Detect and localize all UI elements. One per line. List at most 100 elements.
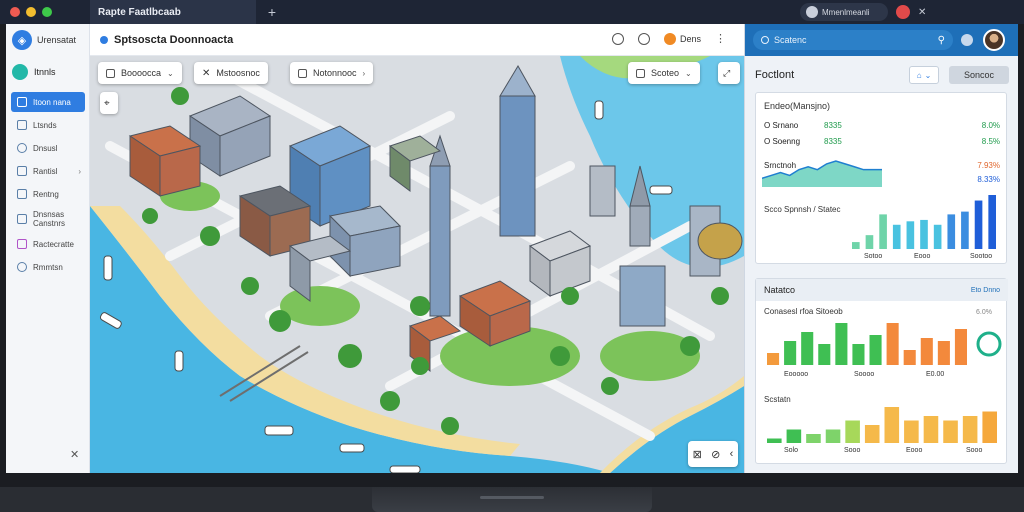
sidebar-home[interactable]: Itnnls: [12, 64, 56, 80]
bar-10: [962, 416, 978, 443]
search-icon: [761, 36, 769, 44]
map-view-control[interactable]: Notonnooc ›: [290, 62, 374, 84]
bar-5: [920, 219, 928, 249]
overview-bar-chart: [852, 195, 996, 249]
avatar[interactable]: [983, 29, 1005, 51]
right-panel: Scatenc ⚲ Foctlont ⌂ ⌄ Soncoc Endeo(Mansj…: [744, 24, 1018, 473]
page-title: Sptsoscta Doonnoacta: [114, 33, 234, 46]
chart1-axis-label: Soooo: [854, 371, 875, 378]
layers-icon: [17, 120, 27, 130]
bar-3: [825, 429, 841, 443]
bar-7: [904, 420, 919, 443]
sidebar-item-7[interactable]: Rmmtsn: [11, 257, 85, 277]
profile-pill[interactable]: Mmenlmeanli: [800, 3, 888, 21]
sidebar-item-label: Itoon nana: [33, 97, 71, 107]
home-dropdown[interactable]: ⌂ ⌄: [909, 66, 939, 84]
bar-1: [786, 429, 802, 443]
new-tab-button[interactable]: +: [260, 0, 284, 24]
metric-row: O Srnano 8335 8.0%: [764, 121, 1000, 130]
chart2-title: Scstatn: [764, 395, 791, 404]
voice-icon[interactable]: ⚲: [938, 35, 945, 46]
sidebar-item-0[interactable]: Itoon nana: [11, 92, 85, 112]
panel-action-button[interactable]: Soncoc: [949, 66, 1009, 84]
filter-icon: [106, 68, 115, 78]
metric-value: 8335: [824, 137, 842, 146]
maximize-window-icon[interactable]: [42, 7, 52, 17]
stats-bar-chart-2: [767, 407, 997, 443]
bar-3: [892, 224, 901, 249]
locate-icon: ⌖: [104, 97, 110, 109]
sidebar-item-2[interactable]: Dnsusl: [11, 138, 85, 158]
bar-7: [947, 214, 956, 249]
sidebar-item-label: Ltsnds: [33, 120, 57, 130]
map-locate-button[interactable]: ⌖: [100, 92, 118, 114]
bar-4: [845, 420, 860, 443]
sidebar-item-label: Dnsusl: [33, 143, 58, 153]
overview-title: Endeo(Mansjno): [764, 101, 831, 111]
sidebar-item-5[interactable]: Dnsnsas Canstnrs: [11, 207, 85, 231]
panel-search-input[interactable]: Scatenc ⚲: [753, 30, 953, 50]
home-icon: ⌂: [916, 70, 922, 80]
chevron-down-icon: ⌄: [685, 68, 692, 78]
minimize-window-icon[interactable]: [26, 7, 36, 17]
settings-icon: [17, 262, 27, 272]
close-window-icon[interactable]: [10, 7, 20, 17]
bar-8: [961, 211, 969, 249]
notification-icon[interactable]: [896, 5, 910, 19]
map-fullscreen-button[interactable]: ⤢: [718, 62, 740, 84]
map-icon: [17, 97, 27, 107]
map-filter-dropdown[interactable]: Boooocca ⌄: [98, 62, 182, 84]
chart1-value: 6.0%: [976, 309, 992, 316]
sidebar-item-6[interactable]: Ractecratte: [11, 234, 85, 254]
bar-5: [864, 425, 880, 443]
back-icon[interactable]: ‹: [730, 448, 734, 460]
window-titlebar: Rapte Faatlbcaab + Mmenlmeanli ✕: [0, 0, 1024, 24]
city-map[interactable]: Boooocca ⌄ ✕ Mstoosnoc Notonnooc › ⌖ Sco…: [90, 56, 744, 473]
area-fill: [762, 161, 882, 187]
header-chip-label: Dens: [679, 33, 701, 44]
sidebar-item-label: Rmmtsn: [33, 262, 63, 272]
chevron-down-icon: ⌄: [924, 70, 932, 80]
titlebar-right: Mmenlmeanli ✕: [800, 3, 926, 21]
panel-header: Foctlont ⌂ ⌄ Soncoc: [755, 62, 1009, 88]
app-logo[interactable]: ◈ Urensatat: [12, 30, 76, 50]
user-badge-icon: [663, 32, 676, 45]
map-canvas: [90, 56, 744, 473]
titlebar-close-icon[interactable]: ✕: [918, 7, 926, 18]
bar-axis-label: Sootoo: [970, 253, 993, 260]
metric-change: 8.0%: [981, 121, 1000, 130]
header-chip[interactable]: Dens: [663, 32, 701, 45]
map-style-label: Scoteo: [651, 68, 680, 78]
info-icon[interactable]: [611, 32, 624, 45]
stats-bar-chart-1: [767, 323, 967, 365]
metric-label: O Soenng: [764, 137, 801, 146]
zoom-in-icon[interactable]: ⊠: [693, 448, 702, 461]
bar-9: [920, 338, 933, 365]
status-dot-icon: [100, 35, 108, 44]
more-icon[interactable]: ⋮: [715, 32, 726, 45]
chart1-axis-label: E0.00: [926, 371, 945, 378]
expand-icon: ⤢: [723, 67, 731, 78]
map-style-dropdown[interactable]: Scoteo ⌄: [628, 62, 700, 84]
chevron-right-icon: ›: [362, 68, 366, 78]
sidebar-item-4[interactable]: Rentng: [11, 184, 85, 204]
sidebar-close-icon[interactable]: ✕: [70, 448, 79, 461]
zoom-out-icon[interactable]: ⊘: [711, 448, 720, 461]
metric-change: 8.33%: [977, 175, 1000, 184]
sidebar-item-3[interactable]: Rantisl ›: [11, 161, 85, 181]
map-view-label: Notonnooc: [313, 68, 357, 78]
monitor-stand: [372, 487, 652, 512]
refresh-icon[interactable]: [637, 32, 650, 45]
panel-title: Foctlont: [755, 69, 795, 81]
bar-axis-label: Eooo: [914, 253, 931, 260]
chart2-axis-label: Sooo: [844, 447, 861, 454]
stats-card-header: Natatco Eto Dnno: [756, 279, 1008, 301]
map-layers-control[interactable]: ✕ Mstoosnoc: [194, 62, 268, 84]
metric-value: 8335: [824, 121, 842, 130]
home-icon: [12, 64, 28, 80]
trend-area-chart: [762, 160, 882, 187]
notification-bell-icon[interactable]: [961, 34, 973, 46]
sidebar-item-1[interactable]: Ltsnds: [11, 115, 85, 135]
browser-tab[interactable]: Rapte Faatlbcaab: [90, 0, 256, 24]
bar-4: [906, 221, 915, 249]
